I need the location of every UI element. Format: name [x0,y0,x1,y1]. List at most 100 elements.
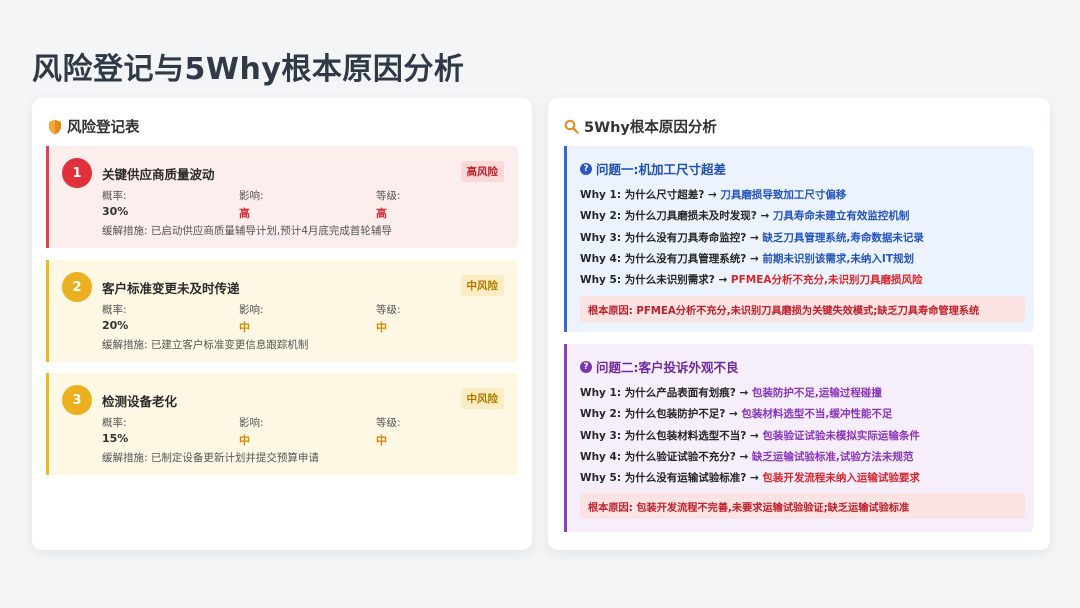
why-item: Why 3: 为什么包装材料选型不当? → 包装验证试验未模拟实际运输条件 [580,426,920,447]
risk-mitigation: 缓解措施: 已启动供应商质量辅导计划,预计4月底完成首轮辅导 [102,225,392,237]
why-question: Why 5: 为什么未识别需求? [580,274,715,287]
arrow-icon: → [725,408,742,421]
risk-level: 等级: 中 [376,415,401,448]
risk-number-badge: 2 [62,272,92,302]
risk-probability: 概率: 15% [102,415,128,445]
why-question: Why 4: 为什么没有刀具管理系统? [580,252,747,265]
why-list: Why 1: 为什么产品表面有划痕? → 包装防护不足,运输过程碰撞 Why 2… [580,383,920,489]
magnifier-icon [564,119,579,134]
why-question: Why 1: 为什么产品表面有划痕? [580,387,736,399]
level-value: 中 [376,321,387,334]
why-answer: 包装开发流程未纳入运输试验要求 [762,472,920,485]
level-label: 等级: [376,190,401,202]
risk-card-2[interactable]: 2 客户标准变更未及时传递 中风险 概率: 20% 影响: 中 等级: 中 缓解… [46,260,518,362]
arrow-icon: → [746,429,763,442]
arrow-icon: → [735,387,752,399]
problem-heading: ? 问题一:机加工尺寸超差 [580,159,726,178]
question-icon: ? [580,162,592,175]
why-item: Why 5: 为什么没有运输试验标准? → 包装开发流程未纳入运输试验要求 [580,468,920,489]
why-question: Why 2: 为什么包装防护不足? [580,408,726,421]
probability-label: 概率: [102,417,127,429]
why-answer: 包装防护不足,运输过程碰撞 [751,387,882,399]
level-label: 等级: [376,417,401,429]
why-question: Why 4: 为什么验证试验不充分? [580,450,736,463]
risk-level: 等级: 中 [376,302,401,335]
why-item: Why 4: 为什么没有刀具管理系统? → 前期未识别该需求,未纳入IT规划 [580,249,924,270]
impact-value: 中 [239,321,250,334]
why-list: Why 1: 为什么尺寸超差? → 刀具磨损导致加工尺寸偏移 Why 2: 为什… [580,185,924,291]
probability-label: 概率: [102,304,127,316]
risk-number-badge: 1 [62,158,92,188]
why-question: Why 5: 为什么没有运输试验标准? [580,472,747,485]
why-question: Why 3: 为什么没有刀具寿命监控? [580,231,747,244]
problem-card-2[interactable]: ? 问题二:客户投诉外观不良 Why 1: 为什么产品表面有划痕? → 包装防护… [564,344,1034,532]
why-item: Why 2: 为什么刀具磨损未及时发现? → 刀具寿命未建立有效监控机制 [580,206,924,227]
impact-label: 影响: [239,190,264,202]
why-item: Why 4: 为什么验证试验不充分? → 缺乏运输试验标准,试验方法未规范 [580,447,920,468]
root-cause: 根本原因: PFMEA分析不充分,未识别刀具磨损为关键失效模式;缺乏刀具寿命管理… [580,296,1025,322]
risk-level-badge: 中风险 [460,388,504,409]
arrow-icon: → [704,189,721,201]
problem-title: 问题一:机加工尺寸超差 [596,162,726,177]
why-question: Why 1: 为什么尺寸超差? [580,189,705,201]
risk-probability: 概率: 30% [102,188,128,218]
arrow-icon: → [756,210,773,223]
impact-value: 高 [239,207,250,220]
shield-icon [49,119,61,134]
problem-title: 问题二:客户投诉外观不良 [596,360,739,375]
risk-title: 客户标准变更未及时传递 [102,281,240,296]
level-value: 高 [376,207,387,220]
why-item: Why 2: 为什么包装防护不足? → 包装材料选型不当,缓冲性能不足 [580,404,920,425]
risk-register-header: 风险登记表 [48,116,140,137]
risk-card-1[interactable]: 1 关键供应商质量波动 高风险 概率: 30% 影响: 高 等级: 高 缓解措施… [46,146,518,248]
impact-label: 影响: [239,304,264,316]
root-cause: 根本原因: 包装开发流程不完善,未要求运输试验验证;缺乏运输试验标准 [580,493,1025,519]
why-answer: 缺乏刀具管理系统,寿命数据未记录 [762,231,924,244]
risk-number-badge: 3 [62,385,92,415]
risk-impact: 影响: 高 [239,188,264,221]
arrow-icon: → [735,450,752,463]
probability-label: 概率: [102,190,127,202]
risk-level: 等级: 高 [376,188,401,221]
risk-register-panel: 风险登记表 1 关键供应商质量波动 高风险 概率: 30% 影响: 高 等级: … [32,98,532,550]
risk-title: 检测设备老化 [102,394,178,409]
level-label: 等级: [376,304,401,316]
why-item: Why 1: 为什么尺寸超差? → 刀具磨损导致加工尺寸偏移 [580,185,924,206]
impact-value: 中 [239,434,250,447]
why-item: Why 3: 为什么没有刀具寿命监控? → 缺乏刀具管理系统,寿命数据未记录 [580,228,924,249]
risk-register-title: 风险登记表 [67,120,140,136]
arrow-icon: → [714,274,731,287]
why-answer: 刀具寿命未建立有效监控机制 [772,210,910,223]
question-icon: ? [580,360,592,373]
risk-probability: 概率: 20% [102,302,128,332]
why-answer: 包装验证试验未模拟实际运输条件 [762,429,920,442]
problem-heading: ? 问题二:客户投诉外观不良 [580,357,739,376]
risk-impact: 影响: 中 [239,302,264,335]
five-why-title: 5Why根本原因分析 [584,120,717,136]
five-why-header: 5Why根本原因分析 [564,116,717,137]
why-answer: 缺乏运输试验标准,试验方法未规范 [751,450,914,463]
why-answer: 刀具磨损导致加工尺寸偏移 [720,189,847,201]
why-answer: PFMEA分析不充分,未识别刀具磨损风险 [730,274,923,287]
risk-title: 关键供应商质量波动 [102,167,215,182]
arrow-icon: → [746,231,763,244]
probability-value: 15% [102,432,129,445]
why-question: Why 3: 为什么包装材料选型不当? [580,429,747,442]
risk-mitigation: 缓解措施: 已制定设备更新计划并提交预算申请 [102,452,319,464]
risk-mitigation: 缓解措施: 已建立客户标准变更信息跟踪机制 [102,339,309,351]
probability-value: 30% [102,205,129,218]
risk-impact: 影响: 中 [239,415,264,448]
why-answer: 前期未识别该需求,未纳入IT规划 [762,252,914,265]
five-why-panel: 5Why根本原因分析 ? 问题一:机加工尺寸超差 Why 1: 为什么尺寸超差?… [548,98,1050,550]
why-question: Why 2: 为什么刀具磨损未及时发现? [580,210,757,223]
page-title: 风险登记与5Why根本原因分析 [32,52,465,87]
problem-card-1[interactable]: ? 问题一:机加工尺寸超差 Why 1: 为什么尺寸超差? → 刀具磨损导致加工… [564,146,1034,332]
why-item: Why 1: 为什么产品表面有划痕? → 包装防护不足,运输过程碰撞 [580,383,920,404]
level-value: 中 [376,434,387,447]
risk-level-badge: 高风险 [460,161,504,182]
risk-card-3[interactable]: 3 检测设备老化 中风险 概率: 15% 影响: 中 等级: 中 缓解措施: 已… [46,373,518,475]
arrow-icon: → [746,472,763,485]
why-item: Why 5: 为什么未识别需求? → PFMEA分析不充分,未识别刀具磨损风险 [580,270,924,291]
probability-value: 20% [102,319,129,332]
arrow-icon: → [746,252,763,265]
